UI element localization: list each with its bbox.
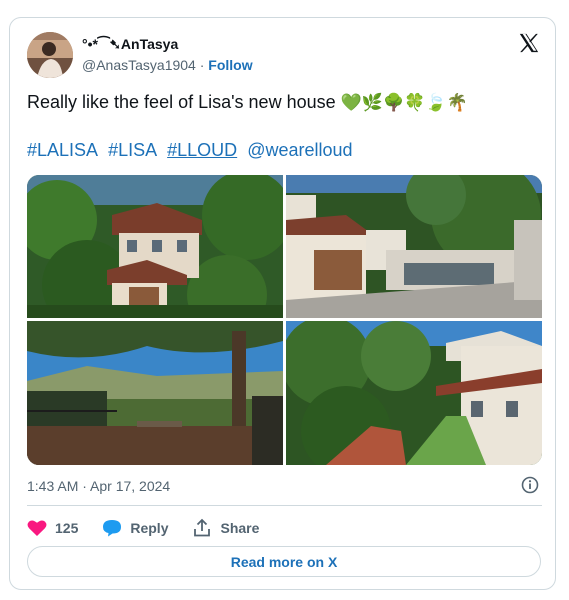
- reply-button[interactable]: Reply: [102, 519, 168, 537]
- info-icon[interactable]: [521, 476, 539, 494]
- share-label: Share: [220, 520, 260, 536]
- tweet-hashtags: #LALISA #LISA #LLOUD @wearelloud: [27, 140, 358, 161]
- tweet-timestamp[interactable]: 1:43 AM · Apr 17, 2024: [27, 478, 170, 494]
- like-count: 125: [55, 520, 79, 536]
- tweet-emojis: 💚🌿🌳🍀🍃🌴: [340, 93, 468, 112]
- photo-deck-view[interactable]: [27, 321, 283, 465]
- share-button[interactable]: Share: [192, 518, 259, 538]
- x-logo-icon[interactable]: [518, 32, 540, 54]
- share-upload-icon: [194, 518, 211, 537]
- mention-wearelloud[interactable]: @wearelloud: [247, 140, 352, 160]
- hashtag-lloud[interactable]: #LLOUD: [167, 140, 237, 160]
- like-button[interactable]: 125: [27, 519, 78, 537]
- tweet-body: Really like the feel of Lisa's new house: [27, 92, 336, 112]
- author-display-name[interactable]: °•*⁀➷AnTasya: [82, 36, 178, 53]
- reply-label: Reply: [130, 520, 169, 536]
- speech-bubble-icon: [103, 520, 122, 537]
- photo-house-hillside[interactable]: [27, 175, 283, 318]
- media-grid: [27, 175, 542, 465]
- photo-side-garden[interactable]: [286, 321, 542, 465]
- hashtag-lisa[interactable]: #LISA: [108, 140, 157, 160]
- author-meta: @AnasTasya1904 · Follow: [82, 57, 253, 73]
- hashtag-lalisa[interactable]: #LALISA: [27, 140, 98, 160]
- heart-icon: [27, 520, 47, 536]
- author-handle[interactable]: @AnasTasya1904: [82, 57, 196, 73]
- photo-garage-driveway[interactable]: [286, 175, 542, 318]
- avatar[interactable]: [27, 32, 73, 78]
- separator-dot: ·: [199, 57, 205, 73]
- action-bar: 125 Reply Share: [27, 516, 283, 540]
- read-more-button[interactable]: Read more on X: [27, 546, 541, 577]
- embedded-tweet-card: °•*⁀➷AnTasya @AnasTasya1904 · Follow Rea…: [9, 17, 556, 590]
- divider: [27, 505, 542, 506]
- tweet-text: Really like the feel of Lisa's new house…: [27, 92, 468, 113]
- follow-button[interactable]: Follow: [208, 57, 252, 73]
